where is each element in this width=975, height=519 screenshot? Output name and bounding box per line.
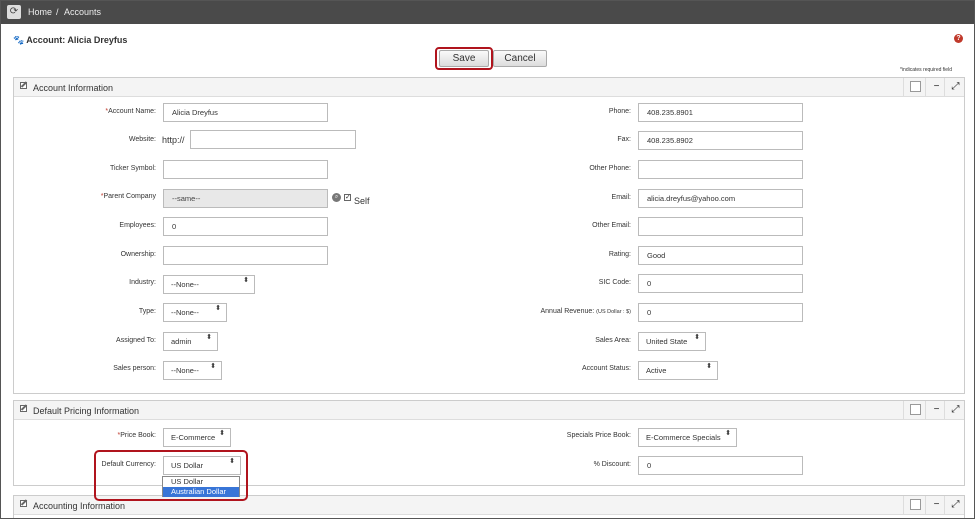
expand-icon[interactable]: ⤢ bbox=[944, 78, 966, 96]
assigned-to-select[interactable]: admin ⬍ bbox=[163, 332, 218, 351]
help-icon[interactable]: ? bbox=[954, 34, 963, 43]
other-phone-input[interactable] bbox=[638, 160, 803, 179]
self-checkbox[interactable]: ✓ bbox=[344, 194, 351, 201]
discount-label: % Discount: bbox=[593, 461, 631, 468]
account-information-panel: Account Information − ⤢ bbox=[13, 77, 965, 394]
edit-icon[interactable] bbox=[20, 82, 27, 89]
panel-title: Account Information bbox=[33, 83, 114, 93]
select-arrows-icon: ⬍ bbox=[210, 363, 216, 370]
sic-code-label: SIC Code: bbox=[598, 279, 631, 286]
annual-revenue-label: Annual Revenue: (US Dollar : $) bbox=[540, 308, 631, 315]
rating-label: Rating: bbox=[608, 251, 631, 258]
toggle-box-icon bbox=[910, 81, 921, 92]
expand-icon[interactable]: ⤢ bbox=[944, 496, 966, 514]
ownership-label: Ownership: bbox=[120, 251, 156, 258]
panel-title: Accounting Information bbox=[33, 501, 126, 511]
rating-input[interactable]: Good bbox=[638, 246, 803, 265]
account-status-select[interactable]: Active ⬍ bbox=[638, 361, 718, 380]
refresh-logo-icon[interactable]: ⟳ bbox=[7, 5, 21, 19]
discount-input[interactable]: 0 bbox=[638, 456, 803, 475]
select-arrows-icon: ⬍ bbox=[206, 334, 212, 341]
sales-area-select[interactable]: United State ⬍ bbox=[638, 332, 706, 351]
select-arrows-icon: ⬍ bbox=[243, 277, 249, 284]
specials-price-book-select[interactable]: E-Commerce Specials ⬍ bbox=[638, 428, 737, 447]
type-select[interactable]: --None-- ⬍ bbox=[163, 303, 227, 322]
app-window: ⟳ Home / Accounts 🐾 Account: Alicia Dreyf… bbox=[0, 0, 975, 519]
ownership-input[interactable] bbox=[163, 246, 328, 265]
industry-select[interactable]: --None-- ⬍ bbox=[163, 275, 255, 294]
ticker-symbol-input[interactable] bbox=[163, 160, 328, 179]
price-book-select[interactable]: E-Commerce ⬍ bbox=[163, 428, 231, 447]
other-phone-label: Other Phone: bbox=[589, 165, 631, 172]
edit-icon[interactable] bbox=[20, 500, 27, 507]
expand-icon[interactable]: ⤢ bbox=[944, 401, 966, 419]
website-prefix: http:// bbox=[162, 135, 185, 145]
email-label: Email: bbox=[611, 194, 631, 201]
page-title-text: Account: Alicia Dreyfus bbox=[26, 35, 128, 45]
select-arrows-icon: ⬍ bbox=[694, 334, 700, 341]
sales-person-select[interactable]: --None-- ⬍ bbox=[163, 361, 222, 380]
panel-toggle-control[interactable] bbox=[903, 401, 925, 419]
required-field-note: *indicates required field bbox=[900, 67, 952, 73]
search-icon[interactable]: ⌕ bbox=[332, 193, 341, 202]
account-status-label: Account Status: bbox=[581, 365, 631, 372]
account-name-input[interactable]: Alicia Dreyfus bbox=[163, 103, 328, 122]
sales-area-label: Sales Area: bbox=[595, 337, 631, 344]
ticker-symbol-label: Ticker Symbol: bbox=[109, 165, 156, 172]
fax-label: Fax: bbox=[617, 136, 631, 143]
panel-title: Default Pricing Information bbox=[33, 406, 140, 416]
other-email-label: Other Email: bbox=[592, 222, 631, 229]
type-label: Type: bbox=[138, 308, 156, 315]
parent-company-input[interactable]: --same-- bbox=[163, 189, 328, 208]
employees-input[interactable]: 0 bbox=[163, 217, 328, 236]
sales-person-label: Sales person: bbox=[113, 365, 156, 372]
paw-icon: 🐾 bbox=[13, 35, 25, 45]
website-label: Website: bbox=[128, 136, 156, 143]
panel-header: Account Information − ⤢ bbox=[14, 78, 964, 97]
breadcrumb-home[interactable]: Home bbox=[28, 7, 52, 17]
currency-dropdown-list: US Dollar Australian Dollar bbox=[162, 476, 240, 497]
toggle-box-icon bbox=[910, 499, 921, 510]
save-button[interactable]: Save bbox=[439, 50, 489, 67]
select-arrows-icon: ⬍ bbox=[706, 363, 712, 370]
page-title: 🐾 Account: Alicia Dreyfus bbox=[13, 35, 127, 46]
breadcrumb-separator: / bbox=[56, 7, 59, 17]
panel-toggle-control[interactable] bbox=[903, 78, 925, 96]
edit-icon[interactable] bbox=[20, 405, 27, 412]
specials-price-book-label: Specials Price Book: bbox=[566, 432, 631, 439]
panel-header: Default Pricing Information − ⤢ bbox=[14, 401, 964, 420]
toggle-box-icon bbox=[910, 404, 921, 415]
cancel-button[interactable]: Cancel bbox=[493, 50, 547, 67]
panel-toggle-control[interactable] bbox=[903, 496, 925, 514]
select-arrows-icon: ⬍ bbox=[725, 430, 731, 437]
website-input[interactable] bbox=[190, 130, 356, 149]
select-arrows-icon: ⬍ bbox=[219, 430, 225, 437]
annual-revenue-input[interactable]: 0 bbox=[638, 303, 803, 322]
employees-label: Employees: bbox=[119, 222, 156, 229]
currency-option-us-dollar[interactable]: US Dollar bbox=[163, 477, 239, 487]
other-email-input[interactable] bbox=[638, 217, 803, 236]
fax-input[interactable]: 408.235.8902 bbox=[638, 131, 803, 150]
phone-input[interactable]: 408.235.8901 bbox=[638, 103, 803, 122]
email-input[interactable]: alicia.dreyfus@yahoo.com bbox=[638, 189, 803, 208]
breadcrumb-accounts[interactable]: Accounts bbox=[64, 7, 101, 17]
select-arrows-icon: ⬍ bbox=[215, 305, 221, 312]
sic-code-input[interactable]: 0 bbox=[638, 274, 803, 293]
parent-company-label: *Parent Company bbox=[100, 193, 156, 200]
industry-label: Industry: bbox=[129, 279, 156, 286]
self-label: Self bbox=[354, 196, 370, 206]
assigned-to-label: Assigned To: bbox=[116, 337, 156, 344]
phone-label: Phone: bbox=[608, 108, 631, 115]
top-nav-bar: ⟳ Home / Accounts bbox=[1, 1, 974, 24]
price-book-label: *Price Book: bbox=[117, 432, 156, 439]
currency-option-australian-dollar[interactable]: Australian Dollar bbox=[163, 487, 239, 497]
account-name-label: *Account Name: bbox=[105, 108, 156, 115]
